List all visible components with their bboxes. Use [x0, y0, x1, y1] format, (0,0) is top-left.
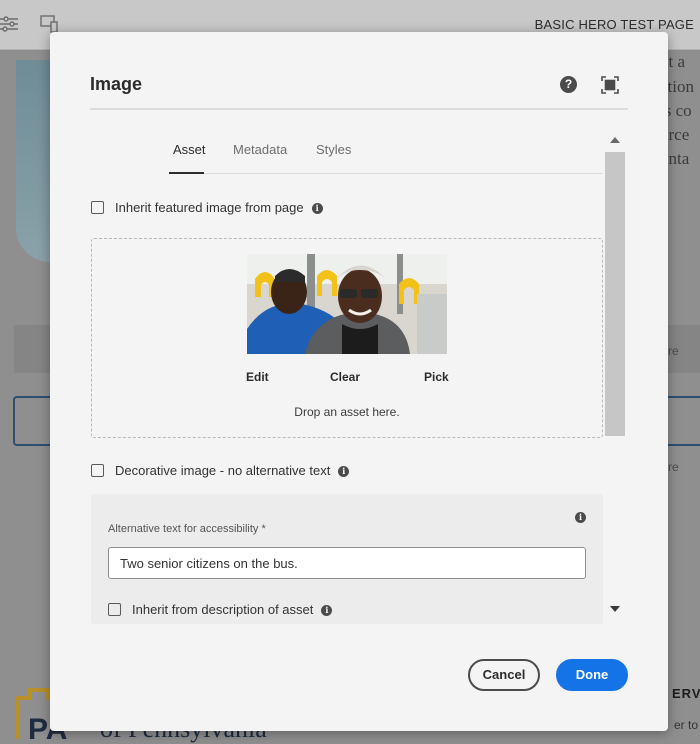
scroll-down-arrow[interactable] [610, 606, 620, 612]
dialog-title: Image [90, 74, 143, 94]
alt-text-label: Alternative text for accessibility * [108, 523, 266, 535]
info-icon[interactable]: i [311, 203, 323, 214]
tab-metadata[interactable]: Metadata [233, 142, 287, 169]
fullscreen-icon[interactable] [601, 76, 619, 94]
band-label: re [668, 460, 679, 474]
properties-icon[interactable] [0, 14, 20, 34]
cancel-button[interactable]: Cancel [468, 659, 540, 691]
decorative-text: Decorative image - no alternative text [115, 463, 331, 478]
info-icon[interactable]: i [575, 512, 586, 523]
info-icon[interactable]: i [338, 466, 350, 477]
page-title: BASIC HERO TEST PAGE [534, 17, 694, 32]
inherit-featured-text: Inherit featured image from page [115, 200, 304, 215]
decorative-label: Decorative image - no alternative text i [115, 463, 350, 478]
inherit-description-text: Inherit from description of asset [132, 602, 314, 617]
tabs-divider [204, 173, 603, 174]
tab-list: Asset Metadata Styles [169, 142, 601, 174]
dialog-scrollbar[interactable] [604, 131, 626, 620]
done-button[interactable]: Done [556, 659, 628, 691]
decorative-checkbox[interactable] [91, 464, 104, 477]
info-icon[interactable]: i [321, 605, 333, 616]
drop-hint: Drop an asset here. [294, 405, 400, 419]
alt-text-panel: Alternative text for accessibility * i I… [91, 494, 603, 624]
help-icon[interactable]: ? [560, 76, 577, 93]
inherit-description-label: Inherit from description of asset i [132, 602, 333, 617]
edit-asset-button[interactable]: Edit [246, 370, 269, 384]
footer-heading: ERVI [672, 686, 700, 701]
pick-asset-button[interactable]: Pick [424, 370, 449, 384]
tab-asset[interactable]: Asset [173, 142, 206, 169]
scroll-up-arrow[interactable] [610, 137, 620, 143]
band-label: re [668, 344, 679, 358]
tab-styles[interactable]: Styles [316, 142, 351, 169]
clear-asset-button[interactable]: Clear [330, 370, 360, 384]
scroll-thumb[interactable] [605, 152, 625, 436]
inherit-featured-checkbox[interactable] [91, 201, 104, 214]
asset-dropzone[interactable]: Edit Clear Pick Drop an asset here. [91, 238, 603, 438]
image-dialog: Image ? Asset Metadata Styles Inherit fe… [50, 32, 668, 731]
active-tab-indicator [169, 172, 204, 174]
inherit-featured-label: Inherit featured image from page i [115, 200, 323, 215]
emulator-icon[interactable] [40, 14, 60, 34]
alt-text-input[interactable] [108, 547, 586, 579]
asset-thumbnail [247, 254, 447, 354]
title-divider [90, 108, 628, 110]
footer-text: er to [674, 718, 699, 732]
inherit-description-checkbox[interactable] [108, 603, 121, 616]
